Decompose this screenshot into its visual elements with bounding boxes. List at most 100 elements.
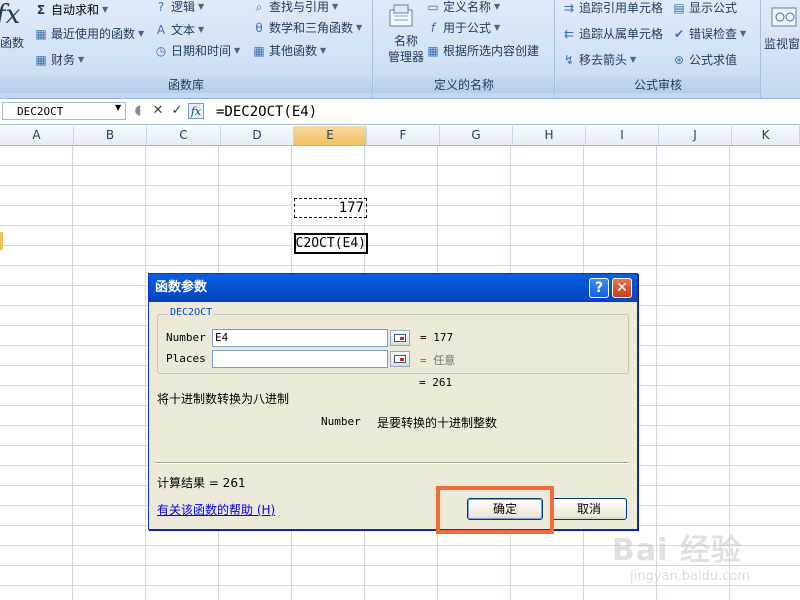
confirm-entry-icon[interactable]: ✓ <box>169 103 185 119</box>
recent-functions-button[interactable]: ▦ 最近使用的函数 ▼ <box>34 24 144 44</box>
chevron-down-icon: ▼ <box>198 25 205 34</box>
insert-function-icon[interactable]: fx <box>0 0 26 30</box>
tag-icon: ▭ <box>427 0 439 14</box>
places-collapse-button[interactable] <box>390 351 410 367</box>
column-header-b[interactable]: B <box>74 126 147 145</box>
watermark-brand: Bai 经验 <box>612 533 742 568</box>
column-header-a[interactable]: A <box>0 126 74 145</box>
show-formulas-button[interactable]: ▤ 显示公式 <box>672 0 737 18</box>
formula-auditing-group: ⇉ 追踪引用单元格 ⇇ 追踪从属单元格 ↯ 移去箭头 ▼ ▤ 显示公式 ✔ 错误检… <box>556 0 761 98</box>
function-arguments-dialog: 函数参数 ? ✕ DEC2OCT Number E4 = 177 Places … <box>148 273 638 530</box>
sigma-icon: Σ <box>36 3 46 17</box>
lookup-button[interactable]: ⌕ 查找与引用 ▼ <box>252 0 339 17</box>
cell-e5-active[interactable]: =DEC2OCT(E4) <box>294 233 368 254</box>
chevron-down-icon: ▼ <box>494 2 501 11</box>
arg-description-text: 是要转换的十进制整数 <box>377 416 498 430</box>
datetime-button[interactable]: ◷ 日期和时间 ▼ <box>154 41 240 61</box>
error-check-icon: ✔ <box>673 27 685 41</box>
watch-window-button[interactable]: 监视窗 <box>764 34 800 54</box>
close-button[interactable]: ✕ <box>612 278 632 298</box>
evaluate-formula-button[interactable]: ⊛ 公式求值 <box>672 50 737 70</box>
error-check-button[interactable]: ✔ 错误检查 ▼ <box>672 24 746 44</box>
logical-button[interactable]: ? 逻辑 ▼ <box>154 0 204 17</box>
collapse-dialog-icon <box>394 355 406 363</box>
column-header-row: ABCDEFGHIJK <box>0 126 800 146</box>
formula-input[interactable]: =DEC2OCT(E4) <box>212 102 798 122</box>
cell-e5-formula: =DEC2OCT(E4) <box>295 236 366 251</box>
autosum-button[interactable]: Σ 自动求和 ▼ <box>34 0 108 20</box>
defined-names-label: 定义的名称 <box>374 77 554 93</box>
trace-dependents-button[interactable]: ⇇ 追踪从属单元格 <box>562 24 663 44</box>
name-manager-icon <box>386 2 416 30</box>
column-header-h[interactable]: H <box>513 126 586 145</box>
trace-precedents-button[interactable]: ⇉ 追踪引用单元格 <box>562 0 663 18</box>
question-icon: ? <box>594 280 604 296</box>
column-header-i[interactable]: I <box>586 126 659 145</box>
name-box[interactable]: DEC2OCT <box>2 102 126 120</box>
formula-bar: DEC2OCT ▼ ◖ ✕ ✓ fx =DEC2OCT(E4) <box>0 100 800 125</box>
insert-function-button[interactable]: 函数 <box>0 33 24 53</box>
places-input[interactable] <box>212 350 388 368</box>
magnifier-book-icon: ⌕ <box>255 0 263 14</box>
show-formulas-icon: ▤ <box>673 1 685 15</box>
cell-e3[interactable]: 177 <box>294 198 367 218</box>
trace-dependents-icon: ⇇ <box>563 27 575 41</box>
expand-handle-icon[interactable]: ◖ <box>130 103 146 119</box>
column-header-j[interactable]: J <box>659 126 732 145</box>
chevron-down-icon: ▼ <box>630 55 637 64</box>
chevron-down-icon[interactable]: ▼ <box>115 103 121 112</box>
ok-button-highlight-annotation <box>436 486 554 534</box>
function-description: 将十进制数转换为八进制 <box>157 392 290 406</box>
help-button[interactable]: ? <box>589 278 609 298</box>
ribbon: fx 函数 Σ 自动求和▼ ▦ 最近使用的函数▼ ▦ 财务▼ ? 逻辑▼ A 文… <box>0 0 800 99</box>
chevron-down-icon: ▼ <box>78 55 85 64</box>
other-functions-button[interactable]: ▦ 其他函数 ▼ <box>252 41 326 61</box>
cancel-button[interactable]: 取消 <box>551 498 627 520</box>
collapse-dialog-icon <box>394 334 406 342</box>
name-manager-button[interactable]: 名称 管理器 <box>388 33 424 67</box>
column-header-k[interactable]: K <box>732 126 800 145</box>
arguments-group: DEC2OCT Number E4 = 177 Places = 任意 <box>157 307 629 374</box>
help-link[interactable]: 有关该函数的帮助 (H) <box>157 501 275 518</box>
define-name-button[interactable]: ▭ 定义名称 ▼ <box>426 0 500 17</box>
places-result: = 任意 <box>420 354 456 367</box>
number-collapse-button[interactable] <box>390 330 410 346</box>
math-button[interactable]: θ 数学和三角函数 ▼ <box>252 18 362 38</box>
number-input[interactable]: E4 <box>212 329 388 347</box>
column-header-c[interactable]: C <box>147 126 221 145</box>
arg-label-number: Number <box>166 331 206 344</box>
clock-icon: ◷ <box>155 44 167 58</box>
calc-result: 计算结果 = 261 <box>157 476 246 490</box>
column-header-f[interactable]: F <box>367 126 440 145</box>
use-in-formula-button[interactable]: f 用于公式 ▼ <box>426 18 500 38</box>
chevron-down-icon: ▼ <box>740 29 747 38</box>
chevron-down-icon: ▼ <box>494 23 501 32</box>
fx-small-icon: f <box>430 21 436 35</box>
remove-arrows-icon: ↯ <box>563 53 575 67</box>
chevron-down-icon: ▼ <box>198 2 205 11</box>
chevron-down-icon: ▼ <box>138 29 145 38</box>
dialog-title-bar[interactable]: 函数参数 <box>149 274 637 302</box>
chevron-down-icon: ▼ <box>320 46 327 55</box>
book-icon: ▦ <box>35 53 47 67</box>
column-header-g[interactable]: G <box>440 126 513 145</box>
arg-description-name: Number <box>321 415 361 428</box>
star-book-icon: ▦ <box>35 27 47 41</box>
watch-window-icon <box>770 4 798 33</box>
chevron-down-icon: ▼ <box>102 5 109 14</box>
column-header-d[interactable]: D <box>221 126 294 145</box>
baidu-watermark: Bai 经验 jingyan.baidu.com <box>612 525 798 597</box>
financial-button[interactable]: ▦ 财务 ▼ <box>34 50 84 70</box>
formula-auditing-label: 公式审核 <box>556 77 760 93</box>
text-button[interactable]: A 文本 ▼ <box>154 20 204 40</box>
dialog-separator <box>155 462 629 464</box>
insert-function-icon[interactable]: fx <box>188 103 204 119</box>
active-row-marker <box>0 232 3 250</box>
column-header-e[interactable]: E <box>294 126 367 145</box>
close-icon: ✕ <box>616 280 628 296</box>
create-from-selection-button[interactable]: ▦ 根据所选内容创建 <box>426 41 539 61</box>
evaluate-icon: ⊛ <box>673 53 685 67</box>
grid-icon: ▦ <box>427 44 439 58</box>
remove-arrows-button[interactable]: ↯ 移去箭头 ▼ <box>562 50 636 70</box>
cancel-entry-icon[interactable]: ✕ <box>150 103 166 119</box>
